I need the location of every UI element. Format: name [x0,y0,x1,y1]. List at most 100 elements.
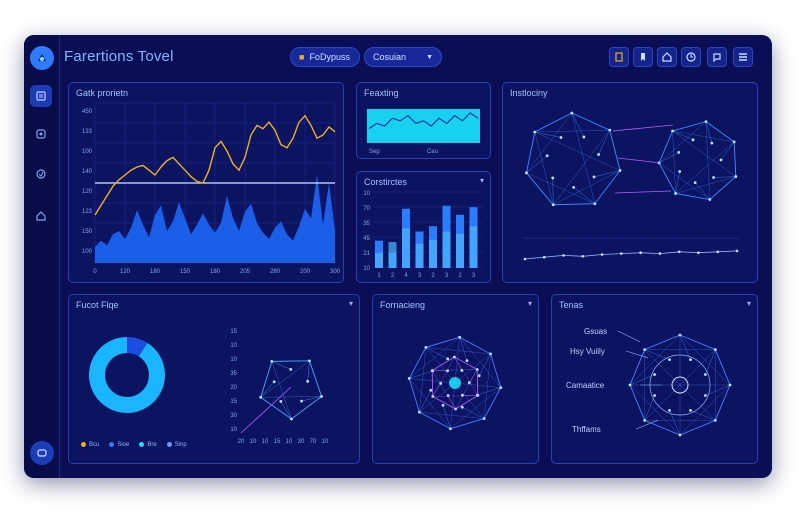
donut-chart: 151010352015301020 10 10 15 10 30 70 10 [89,329,329,445]
network-mid-inner-node [461,393,464,397]
network-right-node [668,409,671,412]
dataset-dropdown[interactable]: ■ FoDypuss [290,47,360,67]
file-button[interactable] [609,47,629,67]
bar [456,233,464,268]
y-tick-label: 123 [82,209,93,215]
line-series [524,250,738,260]
network-mid-node [441,403,445,407]
network-b-node [677,151,681,154]
network-a-node [559,136,563,139]
network-b-node [712,176,715,179]
network-mid-inner-node [460,369,464,372]
network-label: Gsuas [584,327,608,336]
network-mid-inner-edge [469,369,478,383]
scatter-mesh-edge [271,361,291,370]
view-dropdown[interactable]: Cosuian ▼ [364,47,442,67]
network-a-edge [526,112,572,173]
home-button[interactable] [657,47,677,67]
x-tick-label: 10 [250,439,257,445]
x-tick-label: 2 [458,273,462,279]
x-tick-label: 180 [150,269,161,275]
network-a-edge [526,172,595,204]
network-b-edge [720,141,735,161]
network-mid-inner-node [452,355,456,359]
data-point [716,250,720,254]
panel-donut: Fucot Flqe ▾ 15 10 10 35 20 15 30 10 20 10 10 15 10 3… [68,294,360,464]
scatter-mesh-node [320,395,323,398]
x-tick-label: 180 [210,269,221,275]
scatter-mesh-node [306,379,310,383]
y-tick-label: 35 [230,371,237,377]
network-b-edge [672,130,736,177]
data-point [677,250,681,254]
network-b-node [693,181,697,185]
app-window: Farertions Tovel ■ FoDypuss Cosuian ▼ Ga… [24,35,772,478]
menu-icon [739,53,747,61]
x-tick-label: 70 [310,439,317,445]
network-b-node [678,170,682,173]
menu-button[interactable] [733,47,753,67]
x-tick-label: 1 [377,273,381,279]
clock-button[interactable] [681,47,701,67]
legend-item: Sinp [166,442,187,448]
panel-network-mid: Fornacieng ▾ [372,294,539,464]
x-tick-label: Ceu [427,149,438,155]
network-mid-node [449,427,452,431]
network-link [617,157,662,164]
network-b-edge [658,162,710,200]
bar [375,252,383,268]
network-right-node [628,383,632,387]
network-right-node [643,348,647,352]
logo-icon[interactable] [30,46,54,70]
network-b-node [708,198,712,201]
scatter-mesh-node [270,359,274,363]
chat-button[interactable] [707,47,727,67]
network-label: Thffams [572,425,601,434]
network-core [449,377,461,389]
network-mid-inner-node [446,394,450,397]
y-tick-label: 10 [363,266,370,272]
x-tick-label: 300 [330,269,341,275]
sidebar-item-alerts[interactable] [30,163,52,185]
legend-item: Bcu [81,442,99,448]
sidebar-item-analytics[interactable] [30,123,52,145]
y-tick-label: 30 [230,413,237,419]
network-right-node [704,373,707,376]
bar [388,242,397,268]
network-right-node [678,333,682,337]
network-a-node [551,176,555,180]
network-b-node [691,138,695,142]
bookmark-button[interactable] [633,47,653,67]
network-b-node [671,129,674,133]
network-b-edge [658,152,679,164]
y-tick-label: 15 [230,399,237,405]
help-button[interactable] [30,441,54,465]
view-dropdown-label: Cosuian [373,52,407,62]
x-tick-label: 0 [93,269,97,275]
network-mid-inner-node [446,369,449,373]
x-tick-label: 205 [240,269,251,275]
x-tick-label: Sep [369,149,380,155]
network-right-node [713,418,717,422]
folder-icon: ■ [299,52,305,62]
network-right-node [689,409,692,412]
sidebar-item-home[interactable] [30,205,52,227]
x-tick-label: 280 [270,269,281,275]
panel-network-top: Instlociny [502,82,758,283]
network-right-node [713,348,717,352]
y-tick-label: 120 [82,189,93,195]
network-mid-node [489,352,493,356]
sidebar-item-documents[interactable] [30,85,52,107]
chat-icon [713,53,721,62]
panel-network-right: Tenas ▾ Gsuas Hsy Vuiily Camaatice Thffa… [551,294,758,464]
network-a-node [582,135,586,139]
scatter-mesh-node [289,368,293,371]
network-a-node [533,130,537,134]
network-b-node [710,141,714,145]
donut-legend: Bcu Sioe Bre Sinp [81,442,187,448]
y-tick-label: 10 [230,427,237,433]
network-a-node [572,185,576,189]
network-link [614,190,672,194]
network-b-edge [733,141,737,177]
network-a-edge [609,130,621,171]
